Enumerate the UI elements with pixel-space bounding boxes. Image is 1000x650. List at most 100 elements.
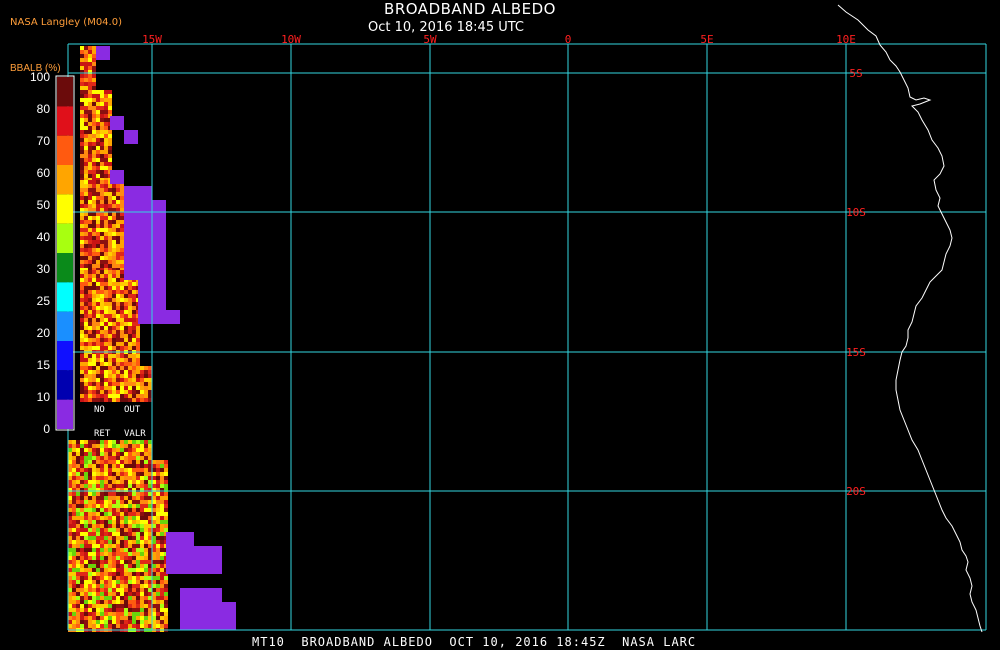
albedo-pixel [164,612,168,616]
albedo-pixel [132,536,136,540]
albedo-pixel [104,162,108,166]
albedo-pixel [84,338,88,342]
albedo-pixel [88,358,92,362]
albedo-pixel [108,596,112,600]
albedo-pixel [96,256,100,260]
albedo-pixel [100,154,104,158]
colorbar-swatch [57,194,73,224]
albedo-pixel [136,346,140,350]
albedo-pixel [124,382,128,386]
albedo-pixel [72,564,76,568]
albedo-pixel [136,608,140,612]
albedo-pixel [120,564,124,568]
albedo-pixel [88,62,92,66]
albedo-pixel [92,520,96,524]
albedo-pixel [104,444,108,448]
albedo-pixel [148,440,152,444]
albedo-pixel [120,232,124,236]
albedo-pixel [80,444,84,448]
albedo-pixel [88,58,92,62]
albedo-pixel [100,306,104,310]
albedo-pixel [84,286,88,290]
albedo-pixel [108,398,112,402]
albedo-pixel [84,318,88,322]
albedo-pixel [128,370,132,374]
albedo-pixel [96,564,100,568]
albedo-pixel [136,508,140,512]
albedo-pixel [108,520,112,524]
albedo-pixel [88,476,92,480]
albedo-pixel [112,532,116,536]
albedo-pixel [140,552,144,556]
albedo-pixel [84,158,88,162]
albedo-pixel [96,374,100,378]
albedo-pixel [108,322,112,326]
albedo-pixel [92,46,96,50]
albedo-pixel [96,302,100,306]
albedo-pixel [84,358,88,362]
albedo-pixel [112,338,116,342]
albedo-pixel [100,90,104,94]
albedo-pixel [112,398,116,402]
albedo-pixel [164,624,168,628]
albedo-pixel [144,370,148,374]
albedo-pixel [100,322,104,326]
albedo-pixel [104,290,108,294]
albedo-pixel [144,592,148,596]
albedo-pixel [108,264,112,268]
albedo-pixel [92,484,96,488]
albedo-pixel [92,158,96,162]
albedo-pixel [76,576,80,580]
albedo-pixel [84,54,88,58]
albedo-pixel [144,616,148,620]
albedo-pixel [140,366,144,370]
albedo-pixel [152,616,156,620]
albedo-pixel [156,568,160,572]
albedo-pixel [136,512,140,516]
albedo-pixel [160,476,164,480]
albedo-pixel [88,82,92,86]
albedo-pixel [148,548,152,552]
albedo-pixel [116,612,120,616]
albedo-pixel [104,394,108,398]
albedo-pixel [120,382,124,386]
albedo-pixel [96,370,100,374]
albedo-pixel [76,536,80,540]
albedo-pixel [84,138,88,142]
albedo-pixel [72,448,76,452]
albedo-pixel [116,382,120,386]
albedo-pixel [96,282,100,286]
albedo-pixel [116,322,120,326]
albedo-pixel [68,460,72,464]
albedo-pixel [124,464,128,468]
albedo-pixel [140,524,144,528]
albedo-pixel [84,62,88,66]
albedo-pixel [76,532,80,536]
albedo-pixel [152,608,156,612]
albedo-pixel [72,480,76,484]
albedo-pixel [80,200,84,204]
albedo-pixel [100,170,104,174]
albedo-pixel [100,500,104,504]
albedo-pixel [108,314,112,318]
albedo-pixel [108,480,112,484]
albedo-pixel [84,282,88,286]
albedo-pixel [136,572,140,576]
albedo-pixel [128,564,132,568]
albedo-pixel [128,556,132,560]
albedo-pixel [124,342,128,346]
albedo-pixel [128,552,132,556]
albedo-pixel [88,370,92,374]
albedo-pixel [88,78,92,82]
albedo-pixel [100,496,104,500]
albedo-pixel [108,270,112,274]
albedo-pixel [80,180,84,184]
albedo-pixel [120,184,124,188]
albedo-pixel [84,264,88,268]
albedo-pixel [148,520,152,524]
albedo-pixel [80,472,84,476]
albedo-pixel [72,620,76,624]
albedo-pixel [128,600,132,604]
albedo-pixel [100,452,104,456]
albedo-pixel [108,560,112,564]
